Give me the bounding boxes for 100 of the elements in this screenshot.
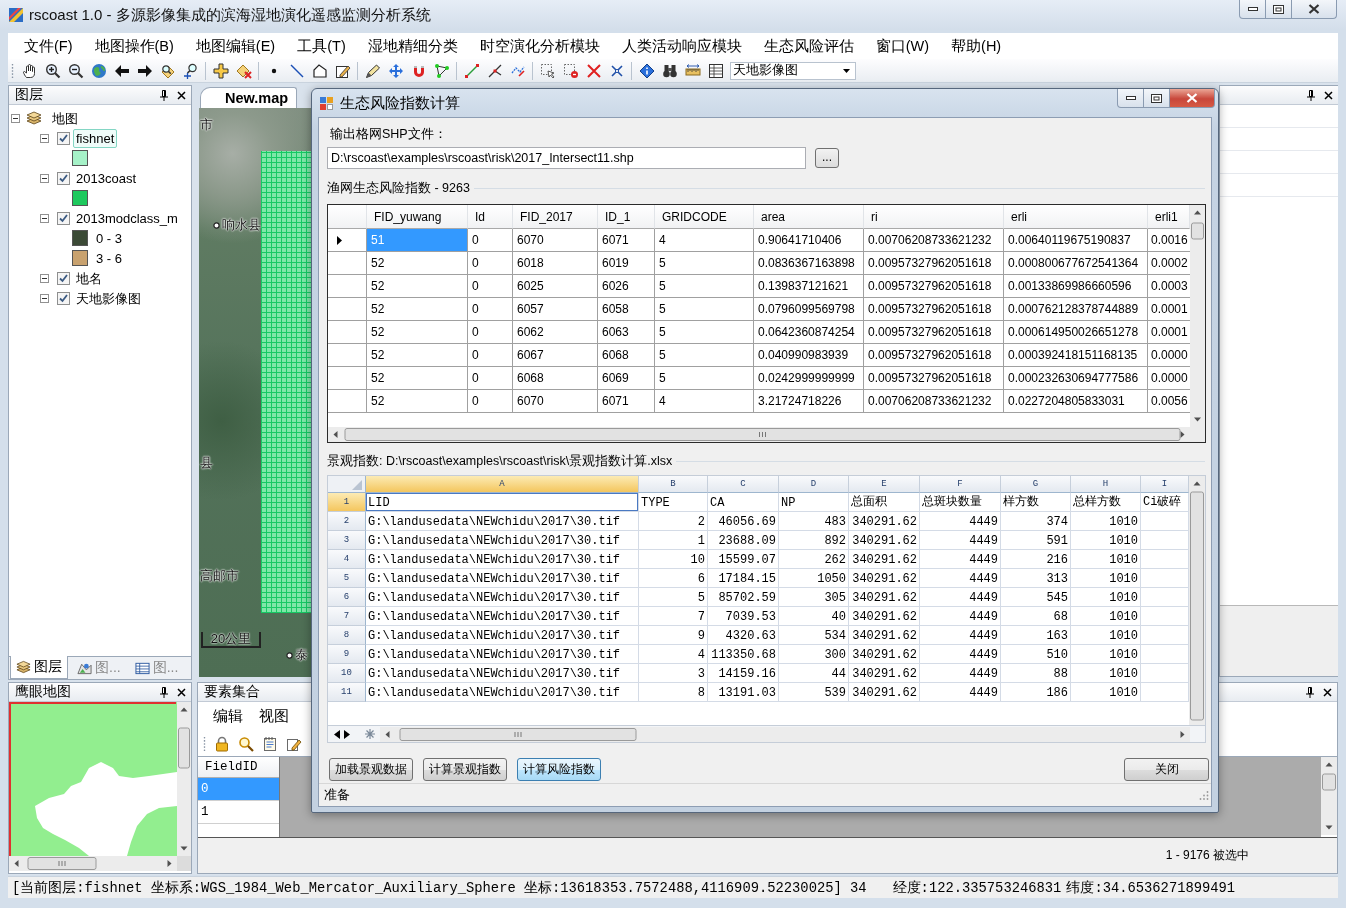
sheet-cell[interactable]: 340291.62	[849, 531, 920, 550]
table-cell[interactable]: 6070	[513, 229, 598, 252]
minimize-button[interactable]	[1117, 89, 1144, 108]
collapse-icon[interactable]	[40, 133, 49, 143]
table-cell[interactable]: 52	[367, 275, 468, 298]
sheet-cell[interactable]: 85702.59	[708, 588, 779, 607]
sheet-cell[interactable]: 340291.62	[849, 550, 920, 569]
sheet-cell[interactable]: 总样方数	[1071, 493, 1141, 512]
table-cell[interactable]: 52	[367, 298, 468, 321]
table-cell[interactable]: 0.040990983939	[754, 344, 864, 367]
horizontal-scrollbar[interactable]	[9, 856, 177, 871]
menu-item[interactable]: 编辑	[205, 707, 251, 726]
sheet-cell[interactable]: G:\landusedata\NEWchidu\2017\30.tif	[366, 607, 639, 626]
layer-name[interactable]: 天地影像图	[73, 288, 144, 308]
table-cell[interactable]: 0	[468, 321, 513, 344]
layer-name[interactable]: 2013coast	[73, 168, 139, 188]
collapse-icon[interactable]	[40, 173, 49, 183]
sheet-cell[interactable]: 4	[639, 645, 708, 664]
document-tab[interactable]: New.map	[200, 87, 298, 108]
sheet-cell[interactable]: G:\landusedata\NEWchidu\2017\30.tif	[366, 550, 639, 569]
table-cell[interactable]: 0.00957327962051618	[864, 321, 1004, 344]
collapse-icon[interactable]	[11, 113, 20, 123]
row-number[interactable]: 9	[328, 645, 366, 664]
sheet-cell[interactable]: 46056.69	[708, 512, 779, 531]
table-cell[interactable]: 0.00957327962051618	[864, 367, 1004, 390]
layer-name[interactable]: fishnet	[73, 128, 118, 148]
sheet-cell[interactable]: 300	[779, 645, 849, 664]
row-header[interactable]	[328, 229, 367, 252]
column-header[interactable]: FID_yuwang	[367, 205, 468, 229]
branch-line-icon[interactable]	[486, 62, 503, 79]
menu-item[interactable]: 地图操作(B)	[83, 36, 185, 56]
column-letter[interactable]: B	[639, 476, 708, 493]
sheet-cell[interactable]: 4449	[920, 626, 1001, 645]
sheet-cell[interactable]: 6	[639, 569, 708, 588]
table-cell[interactable]: 0.0796099569798	[754, 298, 864, 321]
asterisk-icon[interactable]	[365, 729, 375, 739]
vertical-scrollbar[interactable]	[1190, 205, 1205, 427]
sheet-cell[interactable]: 340291.62	[849, 626, 920, 645]
sheet-cell[interactable]: 892	[779, 531, 849, 550]
action-button[interactable]: 加载景观数据	[329, 758, 413, 781]
table-cell[interactable]: 6063	[598, 321, 655, 344]
table-cell[interactable]: 6068	[598, 344, 655, 367]
line-icon[interactable]	[288, 62, 305, 79]
layer-name[interactable]: 地名	[73, 268, 105, 288]
vertical-scrollbar[interactable]	[1321, 757, 1337, 835]
resize-grip-icon[interactable]	[1199, 790, 1209, 800]
column-header[interactable]: ID_1	[598, 205, 655, 229]
sheet-cell[interactable]: 374	[1001, 512, 1071, 531]
sheet-cell[interactable]: G:\landusedata\NEWchidu\2017\30.tif	[366, 588, 639, 607]
checkbox[interactable]	[57, 271, 70, 285]
sheet-cell[interactable]: G:\landusedata\NEWchidu\2017\30.tif	[366, 569, 639, 588]
binoculars-icon[interactable]	[661, 62, 678, 79]
sheet-cell[interactable]: 1010	[1071, 607, 1141, 626]
sheet-cell[interactable]: 510	[1001, 645, 1071, 664]
column-letter[interactable]: I	[1141, 476, 1189, 493]
sheet-cell[interactable]: 4449	[920, 588, 1001, 607]
grip-icon[interactable]	[11, 62, 14, 79]
table-cell[interactable]: 0.00640119675190837	[1004, 229, 1148, 252]
table-cell[interactable]: 0.00957327962051618	[864, 252, 1004, 275]
column-header[interactable]: area	[754, 205, 864, 229]
table-cell[interactable]: 0.000392418151168135	[1004, 344, 1148, 367]
sheet-cell[interactable]: LID	[366, 493, 639, 512]
sheet-cell[interactable]: G:\landusedata\NEWchidu\2017\30.tif	[366, 531, 639, 550]
table-cell[interactable]: 6070	[513, 390, 598, 413]
table-cell[interactable]: 5	[655, 321, 754, 344]
sheet-cell[interactable]: 9	[639, 626, 708, 645]
table-cell[interactable]: 0.00133869986660596	[1004, 275, 1148, 298]
pin-icon[interactable]	[1306, 686, 1314, 698]
pencil-icon[interactable]	[364, 62, 381, 79]
sheet-cell[interactable]: G:\landusedata\NEWchidu\2017\30.tif	[366, 664, 639, 683]
sheet-cell[interactable]: 14159.16	[708, 664, 779, 683]
sheet-cell[interactable]: 4449	[920, 569, 1001, 588]
sheet-cell[interactable]: 1010	[1071, 664, 1141, 683]
left-triangle-icon[interactable]	[333, 729, 340, 739]
column-header[interactable]: Id	[468, 205, 513, 229]
sheet-cell[interactable]: 总斑块数量	[920, 493, 1001, 512]
sheet-cell[interactable]: 15599.07	[708, 550, 779, 569]
sheet-cell[interactable]: 2	[639, 512, 708, 531]
sheet-cell[interactable]: 4449	[920, 683, 1001, 702]
menu-item[interactable]: 时空演化分析模块	[468, 36, 611, 56]
sheet-cell[interactable]: 13191.03	[708, 683, 779, 702]
ruler-icon[interactable]	[684, 62, 701, 79]
lock-icon[interactable]	[214, 735, 230, 752]
checkbox[interactable]	[57, 211, 70, 225]
dashed-selection-icon[interactable]	[539, 62, 556, 79]
info-icon[interactable]	[638, 62, 655, 79]
sheet-cell[interactable]: 539	[779, 683, 849, 702]
sheet-cell[interactable]: 1010	[1071, 683, 1141, 702]
pin-icon[interactable]	[160, 89, 168, 101]
table-cell[interactable]: 5	[655, 367, 754, 390]
checkbox[interactable]	[57, 171, 70, 185]
sheet-cell[interactable]: G:\landusedata\NEWchidu\2017\30.tif	[366, 512, 639, 531]
menu-item[interactable]: 工具(T)	[286, 36, 357, 56]
table-cell[interactable]: 0.00957327962051618	[864, 275, 1004, 298]
sheet-cell[interactable]: TYPE	[639, 493, 708, 512]
sheet-cell[interactable]: 340291.62	[849, 607, 920, 626]
menu-item[interactable]: 生态风险评估	[752, 36, 865, 56]
sheet-cell[interactable]: 8	[639, 683, 708, 702]
sheet-cell[interactable]: 1010	[1071, 550, 1141, 569]
close-icon[interactable]	[177, 90, 186, 100]
